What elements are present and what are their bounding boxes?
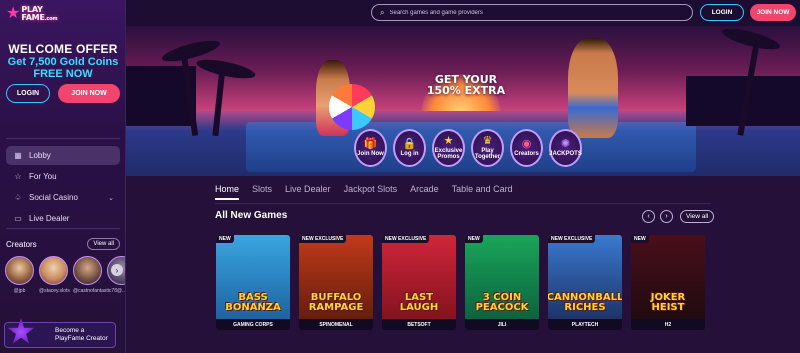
games-row: NEW BASS BONANZA GAMING CORPS NEW EXCLUS… [216,235,705,330]
welcome-offer-text: Get 7,500 Gold Coins FREE NOW [7,56,119,80]
game-title: CANNONBALL RICHES [548,292,622,313]
sidebar-nav: ▦ Lobby ☆ For You ♤ Social Casino ⌄ ▭ Li… [6,146,120,230]
search-input[interactable] [389,9,670,16]
hero-log-in[interactable]: 🔒 Log in [393,129,426,167]
hero-join-now[interactable]: 🎁 Join Now [354,129,387,167]
creators-view-all-button[interactable]: View all [87,238,120,250]
game-provider: SPINOMENAL [299,319,373,330]
chevron-right-icon[interactable]: › [111,264,123,276]
join-now-button[interactable]: JOIN NOW [750,4,796,21]
sidebar-item-lobby[interactable]: ▦ Lobby [6,146,120,165]
palm-frond [720,26,782,54]
game-title: BASS BONANZA [225,292,281,313]
game-badge: NEW EXCLUSIVE [382,235,430,243]
avatar [73,256,102,285]
beach-ball [329,84,375,130]
sidebar-login-button[interactable]: LOGIN [6,84,50,103]
creators-icon: ◉ [521,138,532,150]
game-provider: GAMING CORPS [216,319,290,330]
tab-arcade[interactable]: Arcade [410,184,439,200]
promo-icon: ★ [443,135,454,147]
chevron-right-icon[interactable]: › [660,210,673,223]
welcome-offer-title: WELCOME OFFER [8,42,118,56]
hero-quick-links: 🎁 Join Now 🔒 Log in ★ Exclusive Promos ♛… [354,129,582,167]
game-badge: NEW [631,235,649,243]
sidebar-divider [6,138,120,139]
section-title: All New Games [215,210,288,221]
games-view-all-button[interactable]: View all [680,210,715,223]
hero-man [568,38,618,138]
lobby-icon: ▦ [14,151,22,160]
hero-creators[interactable]: ◉ Creators [510,129,543,167]
game-provider: PLAYTECH [548,319,622,330]
sidebar-item-for-you[interactable]: ☆ For You [6,167,120,186]
logo-text: PLAY FAME.com [21,4,58,22]
hero-headline: GET YOUR 150% EXTRA [426,73,506,97]
hero-banner[interactable]: GET YOUR 150% EXTRA 🎁 Join Now 🔒 Log in … [126,26,800,176]
category-tabs: Home Slots Live Dealer Jackpot Slots Arc… [215,184,526,200]
game-title: BUFFALO RAMPAGE [308,292,364,313]
playfame-logo[interactable]: ★ PLAY FAME.com [6,4,68,24]
tab-table-and-card[interactable]: Table and Card [452,184,513,200]
star-icon: ☆ [14,172,22,181]
game-card-buffalo-rampage[interactable]: NEW EXCLUSIVE BUFFALO RAMPAGE SPINOMENAL [299,235,373,330]
playfame-star-icon [7,318,35,344]
top-bar: ⌕ LOGIN JOIN NOW [126,0,800,26]
logo-star-icon: ★ [6,5,21,22]
sidebar-item-social-casino[interactable]: ♤ Social Casino ⌄ [6,188,120,207]
creator-item[interactable]: @jpb [5,256,34,294]
game-card-bass-bonanza[interactable]: NEW BASS BONANZA GAMING CORPS [216,235,290,330]
sidebar-item-live-dealer[interactable]: ▭ Live Dealer [6,209,120,228]
main-content: Home Slots Live Dealer Jackpot Slots Arc… [126,176,800,353]
game-title: LAST LAUGH [399,292,439,313]
search-bar[interactable]: ⌕ [371,4,693,21]
tab-live-dealer[interactable]: Live Dealer [285,184,331,200]
game-title: JOKER HEIST [650,292,686,313]
game-provider: JILI [465,319,539,330]
tab-home[interactable]: Home [215,184,240,200]
hero-jackpots[interactable]: ✺ JACKPOTS [549,129,582,167]
game-card-last-laugh[interactable]: NEW EXCLUSIVE LAST LAUGH BETSOFT [382,235,456,330]
sidebar: ★ PLAY FAME.com WELCOME OFFER Get 7,500 … [0,0,126,353]
game-card-3-coin-peacock[interactable]: NEW 3 COIN PEACOCK JILI [465,235,539,330]
sidebar-join-button[interactable]: JOIN NOW [58,84,120,103]
creator-item[interactable]: @castnofantastic78 [73,256,117,294]
hero-play-together[interactable]: ♛ Play Together [471,129,504,167]
sidebar-divider [6,228,120,229]
lock-icon: 🔒 [402,138,417,150]
game-badge: NEW [216,235,234,243]
game-provider: H2 [631,319,705,330]
tab-slots[interactable]: Slots [252,184,272,200]
chevron-down-icon: ⌄ [108,194,114,202]
login-button[interactable]: LOGIN [700,4,744,21]
game-title: 3 COIN PEACOCK [475,292,529,313]
game-provider: BETSOFT [382,319,456,330]
become-creator-button[interactable]: Become a PlayFame Creator [4,318,116,348]
dealer-icon: ▭ [14,214,22,223]
tab-jackpot-slots[interactable]: Jackpot Slots [344,184,398,200]
game-card-joker-heist[interactable]: NEW JOKER HEIST H2 [631,235,705,330]
gift-icon: 🎁 [363,138,378,150]
palm-frond [195,55,257,83]
search-icon: ⌕ [380,7,385,17]
creators-title: Creators [6,239,37,249]
game-card-cannonball-riches[interactable]: NEW EXCLUSIVE CANNONBALL RICHES PLAYTECH [548,235,622,330]
avatar [39,256,68,285]
avatar [5,256,34,285]
cards-icon: ♤ [14,193,22,202]
wheel-icon: ✺ [560,138,571,150]
tabs-divider [215,203,711,204]
game-badge: NEW EXCLUSIVE [548,235,596,243]
game-badge: NEW EXCLUSIVE [299,235,347,243]
users-icon: ♛ [482,135,493,147]
creator-item[interactable]: @stacey.slots [39,256,70,294]
game-badge: NEW [465,235,483,243]
hero-exclusive-promos[interactable]: ★ Exclusive Promos [432,129,465,167]
creators-list: @jpb @stacey.slots @castnofantastic78 @.… [5,256,125,294]
chevron-left-icon[interactable]: ‹ [642,210,655,223]
